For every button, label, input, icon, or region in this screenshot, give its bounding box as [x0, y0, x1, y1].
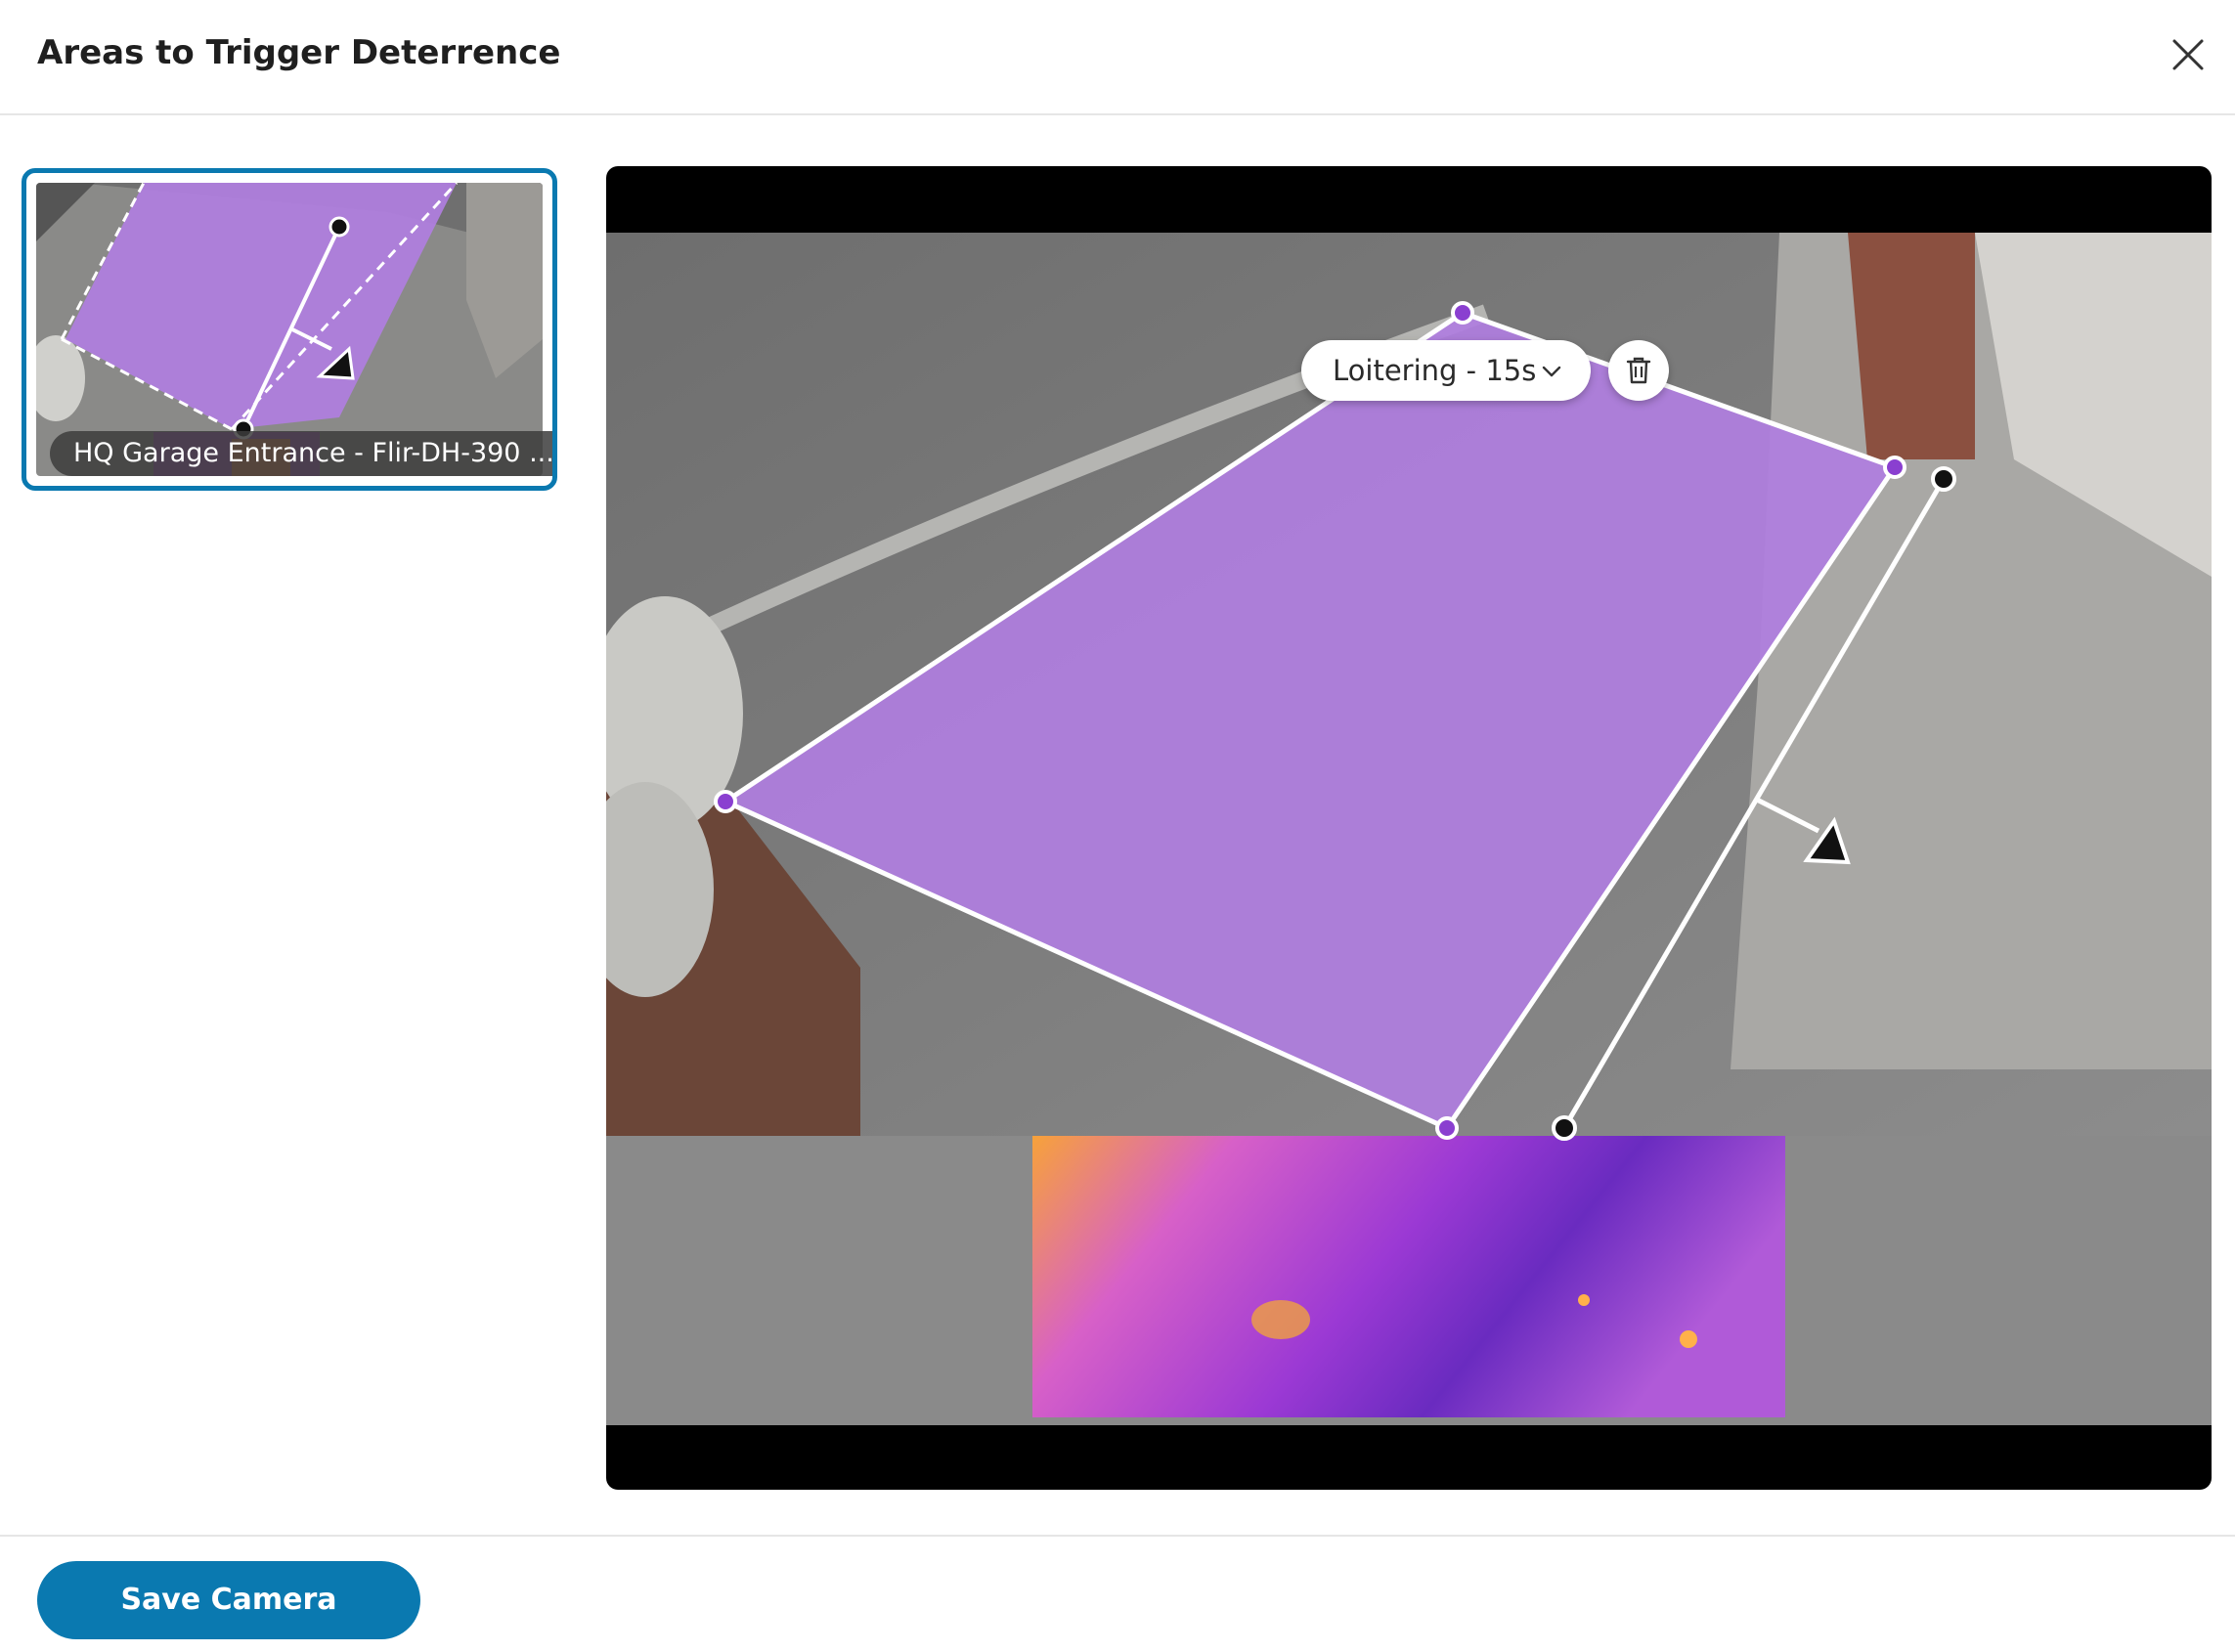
tripwire-handle[interactable] [1552, 1115, 1577, 1141]
zone-vertex-handle[interactable] [1435, 1116, 1459, 1140]
chevron-down-icon [1542, 366, 1561, 377]
close-icon [2172, 39, 2204, 70]
zone-vertex-handle[interactable] [714, 790, 737, 813]
save-camera-button[interactable]: Save Camera [37, 1561, 420, 1639]
close-button[interactable] [2167, 33, 2210, 76]
dialog-header: Areas to Trigger Deterrence [0, 0, 2235, 115]
camera-list-item[interactable]: HQ Garage Entrance - Flir-DH-390 ... [22, 168, 557, 491]
zone-behavior-dropdown[interactable]: Loitering - 15s [1301, 340, 1591, 401]
zone-vertex-handle[interactable] [1451, 301, 1474, 325]
dialog-title: Areas to Trigger Deterrence [37, 33, 561, 72]
tripwire-handle[interactable] [1931, 466, 1956, 492]
zone-behavior-label: Loitering - 15s [1333, 354, 1537, 387]
trash-icon [1626, 357, 1651, 384]
camera-name-label: HQ Garage Entrance - Flir-DH-390 ... [50, 431, 552, 476]
zone-vertex-handle[interactable] [1883, 456, 1906, 479]
delete-zone-button[interactable] [1608, 340, 1669, 401]
